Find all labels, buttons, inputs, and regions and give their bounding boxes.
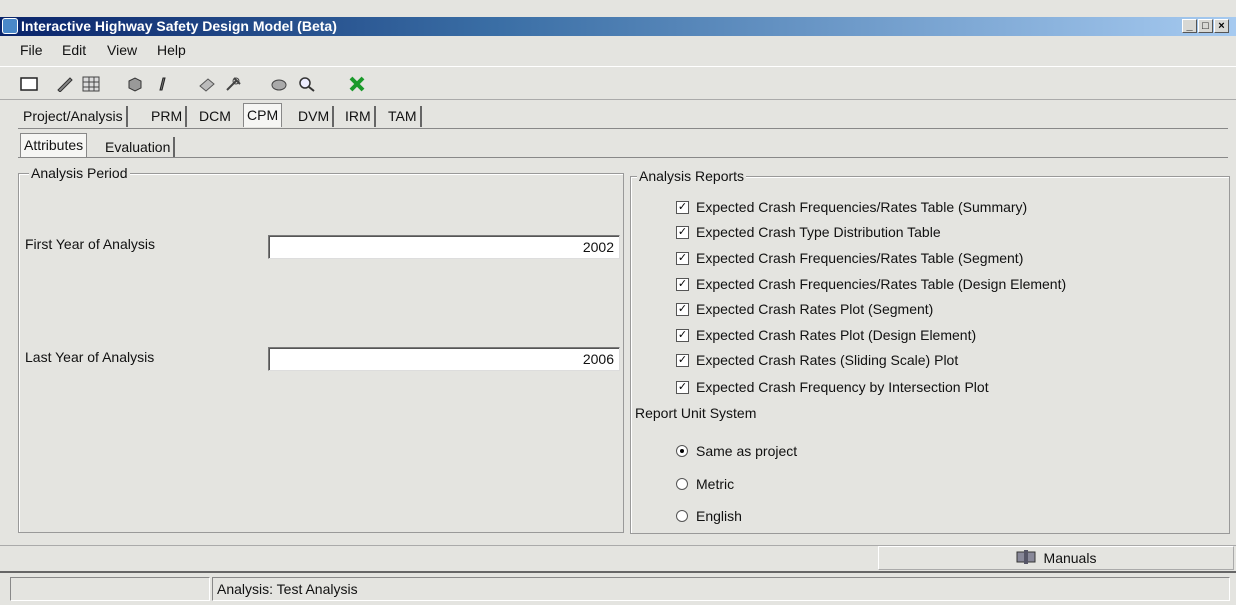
checkbox[interactable]: ✓ [676,353,689,367]
report-label: Expected Crash Frequencies/Rates Table (… [696,250,1024,266]
report-checkbox-row[interactable]: ✓ Expected Crash Type Distribution Table [676,222,941,242]
menu-view[interactable]: View [107,42,137,58]
box-icon[interactable] [124,74,146,94]
find-icon[interactable] [296,74,318,94]
report-checkbox-row[interactable]: ✓ Expected Crash Rates Plot (Segment) [676,299,933,319]
status-cell-left [10,577,210,601]
grid-icon[interactable] [80,74,102,94]
report-checkbox-row[interactable]: ✓ Expected Crash Frequencies/Rates Table… [676,248,1023,268]
checkbox[interactable]: ✓ [676,328,689,342]
maximize-button[interactable]: □ [1198,19,1213,33]
analysis-period-legend: Analysis Period [29,165,130,181]
unit-option-label: Metric [696,476,735,492]
report-label: Expected Crash Rates Plot (Design Elemen… [696,327,977,343]
tab-cpm[interactable]: CPM [243,103,283,127]
menu-file[interactable]: File [20,42,43,58]
menu-edit[interactable]: Edit [62,42,86,58]
manuals-label: Manuals [1043,550,1097,566]
tab-dcm[interactable]: DCM [196,106,234,127]
close-button[interactable]: × [1214,19,1229,33]
main-tabs-divider [18,128,1228,129]
report-checkbox-row[interactable]: ✓ Expected Crash Rates (Sliding Scale) P… [676,350,958,370]
unit-radio-row[interactable]: Metric [676,474,734,494]
report-label: Expected Crash Rates Plot (Segment) [696,301,934,317]
radio-button[interactable] [676,478,688,490]
checkbox[interactable]: ✓ [676,225,689,239]
sub-tabs-divider [18,157,1228,158]
first-year-field[interactable]: 2002 [268,235,620,259]
analysis-reports-legend: Analysis Reports [637,168,747,184]
checkbox[interactable]: ✓ [676,251,689,265]
tab-dvm[interactable]: DVM [295,106,335,127]
minimize-button[interactable]: _ [1182,19,1197,33]
manuals-button[interactable]: Manuals [878,546,1234,570]
report-label: Expected Crash Frequency by Intersection… [696,379,989,395]
report-unit-system-label: Report Unit System [635,405,757,421]
unit-radio-row[interactable]: Same as project [676,441,797,461]
manuals-icon [1016,549,1036,567]
report-checkbox-row[interactable]: ✓ Expected Crash Frequencies/Rates Table… [676,274,1066,294]
edit-icon[interactable] [54,74,76,94]
unit-option-label: English [696,508,742,524]
tools-icon[interactable] [222,74,244,94]
title-bar[interactable]: Interactive Highway Safety Design Model … [0,17,1236,36]
tab-project-analysis[interactable]: Project/Analysis [20,106,128,127]
status-bar: Analysis: Test Analysis [0,571,1236,605]
checkbox[interactable]: ✓ [676,277,689,291]
report-checkbox-row[interactable]: ✓ Expected Crash Frequencies/Rates Table… [676,197,1027,217]
report-label: Expected Crash Frequencies/Rates Table (… [696,199,1028,215]
report-label: Expected Crash Rates (Sliding Scale) Plo… [696,352,959,368]
report-checkbox-row[interactable]: ✓ Expected Crash Rates Plot (Design Elem… [676,325,976,345]
radio-button[interactable] [676,510,688,522]
checkbox[interactable]: ✓ [676,302,689,316]
checkbox[interactable]: ✓ [676,380,689,394]
last-year-field[interactable]: 2006 [268,347,620,371]
erase-icon[interactable] [196,74,218,94]
tab-attributes[interactable]: Attributes [20,133,88,157]
new-icon[interactable] [18,74,40,94]
pen-icon[interactable] [150,74,172,94]
toolbar [0,66,1236,100]
tab-tam[interactable]: TAM [385,106,422,127]
tab-evaluation[interactable]: Evaluation [102,137,176,158]
first-year-label: First Year of Analysis [25,236,155,252]
report-label: Expected Crash Frequencies/Rates Table (… [696,276,1067,292]
menu-bar: File Edit View Help [0,37,1236,61]
report-label: Expected Crash Type Distribution Table [696,224,941,240]
report-checkbox-row[interactable]: ✓ Expected Crash Frequency by Intersecti… [676,377,989,397]
window-title: Interactive Highway Safety Design Model … [21,18,337,34]
status-analysis: Analysis: Test Analysis [212,577,1230,601]
last-year-label: Last Year of Analysis [25,349,155,365]
radio-button[interactable] [676,445,688,457]
exit-icon[interactable] [346,74,368,94]
app-icon [2,18,18,34]
tab-prm[interactable]: PRM [148,106,188,127]
manuals-bar: Manuals [0,545,1236,571]
print-icon[interactable] [268,74,290,94]
unit-radio-row[interactable]: English [676,506,742,526]
unit-option-label: Same as project [696,443,798,459]
tab-irm[interactable]: IRM [342,106,376,127]
menu-help[interactable]: Help [157,42,186,58]
checkbox[interactable]: ✓ [676,200,689,214]
